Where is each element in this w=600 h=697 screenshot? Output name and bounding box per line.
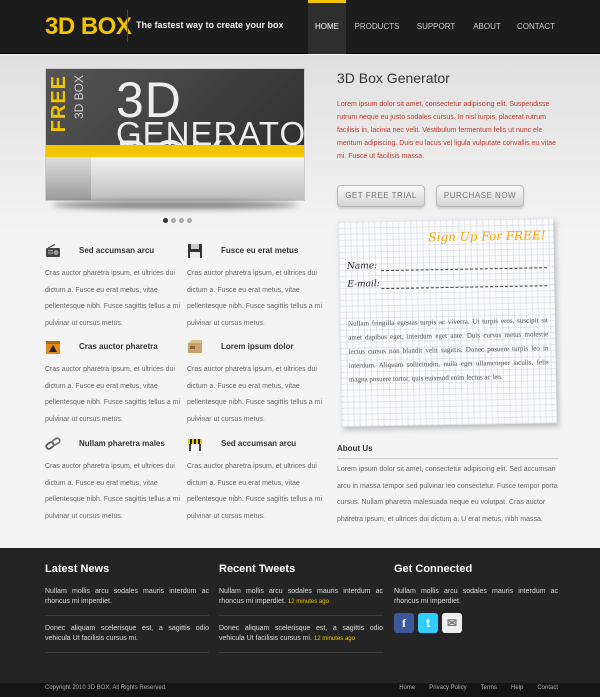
slide-free-text: FREE (48, 75, 70, 133)
radio-icon (46, 244, 60, 257)
feature-text: Cras auctor pharetra ipsum, et ultrices … (45, 463, 181, 520)
feature-title: Sed accumsan arcu (79, 246, 155, 255)
slider-dot-4[interactable] (187, 218, 192, 223)
slide-side-text: 3D BOX (72, 75, 86, 120)
name-field[interactable] (381, 267, 548, 272)
connect-text: Nullam mollis arcu sodales mauris interd… (394, 588, 558, 605)
hazard-box-icon (46, 341, 60, 354)
hero-description: Lorem ipsum dolor sit amet, consectetur … (337, 101, 557, 160)
tweet-time: 12 minutes ago (287, 599, 329, 605)
feature-text: Cras auctor pharetra ipsum, et ultrices … (45, 270, 181, 327)
nav-about[interactable]: ABOUT (464, 0, 510, 54)
slider-dot-3[interactable] (179, 218, 184, 223)
footer-link-help[interactable]: Help (511, 685, 523, 691)
slider-dot-2[interactable] (171, 218, 176, 223)
header: 3D BOX The fastest way to create your bo… (0, 0, 600, 54)
main-nav: HOME PRODUCTS SUPPORT ABOUT CONTACT (308, 0, 562, 54)
nav-products[interactable]: PRODUCTS (346, 0, 408, 54)
footer-tweets: Recent Tweets Nullam mollis arcu sodales… (219, 563, 383, 661)
tagline: The fastest way to create your box (136, 20, 284, 30)
feature-title: Fusce eu erat metus (221, 246, 299, 255)
package-icon (188, 340, 202, 353)
copyright: Copyright 2010 3D BOX, All Rights Reserv… (45, 685, 167, 691)
email-field[interactable] (381, 285, 548, 290)
barrier-icon (188, 439, 202, 451)
news-title: Latest News (45, 563, 110, 575)
footer-links: Home Privacy Policy Terms Help Contact (399, 685, 558, 691)
twitter-icon[interactable]: t (418, 613, 438, 633)
hero-title: 3D Box Generator (337, 70, 450, 86)
image-slider[interactable]: FREE 3D BOX 3D BOX GENERATOR (45, 68, 305, 201)
purchase-now-button[interactable]: PURCHASE NOW (436, 185, 524, 207)
box-yellow-stripe (46, 145, 304, 157)
connect-title: Get Connected (394, 563, 473, 575)
slider-dot-1[interactable] (163, 218, 168, 223)
feature-title: Sed accumsan arcu (221, 439, 297, 448)
tweet-time: 12 minutes ago (313, 636, 355, 642)
chain-link-icon (45, 437, 61, 450)
slider-pagination (163, 218, 192, 223)
signup-text: Nullam fringilla egestas turpis ac viver… (347, 316, 549, 384)
name-label: Name: (346, 261, 378, 272)
footer-link-home[interactable]: Home (399, 685, 415, 691)
footer-connect: Get Connected Nullam mollis arcu sodales… (394, 563, 558, 633)
mail-icon[interactable]: ✉ (442, 613, 462, 633)
feature-title: Nullam pharetra males (79, 439, 165, 448)
footer-news: Latest News Nullam mollis arcu sodales m… (45, 563, 209, 661)
news-item[interactable]: Donec aliquam scelerisque est, a sagitti… (45, 624, 209, 653)
logo[interactable]: 3D BOX (45, 13, 132, 41)
tweet-item[interactable]: Donec aliquam scelerisque est, a sagitti… (219, 624, 383, 653)
feature-title: Lorem ipsum dolor (221, 342, 294, 351)
box-side-face (46, 157, 91, 200)
feature-title: Cras auctor pharetra (79, 342, 158, 351)
about-title: About Us (337, 444, 559, 459)
tweets-title: Recent Tweets (219, 563, 296, 575)
news-item[interactable]: Nullam mollis arcu sodales mauris interd… (45, 587, 209, 616)
email-label: E-mail: (347, 279, 380, 290)
footer-link-terms[interactable]: Terms (481, 685, 497, 691)
signup-form: Sign Up For FREE! Name: E-mail: Nullam f… (338, 218, 557, 427)
footer-link-contact[interactable]: Contact (537, 685, 558, 691)
social-links: f t ✉ (394, 613, 558, 633)
nav-contact[interactable]: CONTACT (510, 0, 562, 54)
footer-link-privacy[interactable]: Privacy Policy (429, 685, 466, 691)
facebook-icon[interactable]: f (394, 613, 414, 633)
feature-text: Cras auctor pharetra ipsum, et ultrices … (187, 366, 323, 423)
tweet-item[interactable]: Nullam mollis arcu sodales mauris interd… (219, 587, 383, 616)
signup-title: Sign Up For FREE! (428, 228, 546, 245)
about-text: Lorem ipsum dolor sit amet, consectetur … (337, 466, 558, 523)
feature-text: Cras auctor pharetra ipsum, et ultrices … (45, 366, 181, 423)
nav-support[interactable]: SUPPORT (408, 0, 464, 54)
feature-text: Cras auctor pharetra ipsum, et ultrices … (187, 463, 323, 520)
nav-home[interactable]: HOME (308, 0, 346, 54)
slider-shadow (52, 201, 298, 209)
tweet-text: Donec aliquam scelerisque est, a sagitti… (219, 625, 383, 642)
free-trial-button[interactable]: GET FREE TRIAL (337, 185, 425, 207)
feature-text: Cras auctor pharetra ipsum, et ultrices … (187, 270, 323, 327)
logo-divider (127, 10, 128, 42)
floppy-disk-icon (188, 244, 202, 258)
